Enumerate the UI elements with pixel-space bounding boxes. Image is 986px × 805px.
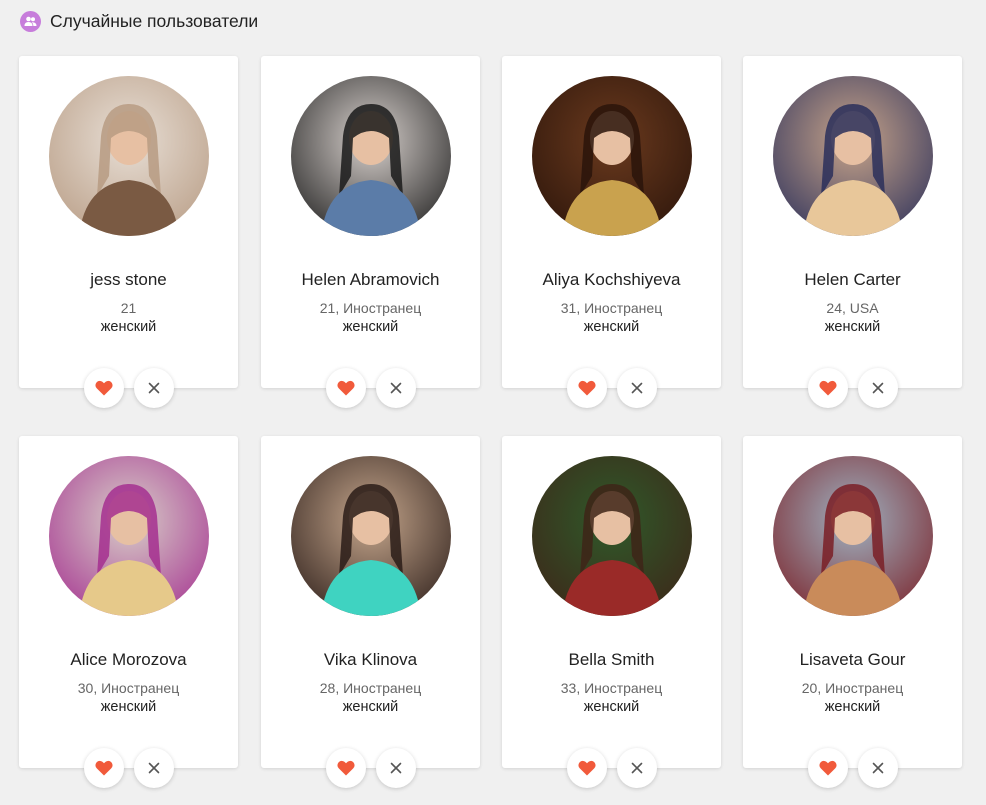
- user-card[interactable]: Helen Abramovich 21, Иностранец женский: [261, 56, 480, 408]
- avatar[interactable]: [532, 76, 692, 236]
- user-name[interactable]: Aliya Kochshiyeva: [502, 270, 721, 290]
- user-meta: 21: [120, 300, 137, 316]
- close-icon: [148, 382, 159, 394]
- user-name[interactable]: jess stone: [19, 270, 238, 290]
- user-meta: 33, Иностранец: [560, 680, 663, 696]
- close-icon: [872, 762, 883, 774]
- user-gender: женский: [583, 319, 640, 335]
- user-card[interactable]: Helen Carter 24, USA женский: [743, 56, 962, 408]
- user-gender: женский: [342, 699, 399, 715]
- card-actions: [502, 368, 721, 408]
- user-gender: женский: [100, 699, 157, 715]
- avatar[interactable]: [49, 76, 209, 236]
- like-button[interactable]: [566, 748, 607, 788]
- avatar[interactable]: [49, 456, 209, 616]
- user-gender: женский: [583, 699, 640, 715]
- card-actions: [19, 748, 238, 788]
- close-icon: [390, 762, 401, 774]
- heart-icon: [336, 380, 355, 396]
- heart-icon: [336, 760, 355, 776]
- avatar[interactable]: [773, 456, 933, 616]
- user-name[interactable]: Lisaveta Gour: [743, 650, 962, 670]
- user-meta: 24, USA: [826, 300, 879, 316]
- like-button[interactable]: [83, 368, 124, 408]
- close-icon: [631, 762, 642, 774]
- user-card[interactable]: Vika Klinova 28, Иностранец женский: [261, 436, 480, 788]
- user-card[interactable]: Alice Morozova 30, Иностранец женский: [19, 436, 238, 788]
- dismiss-button[interactable]: [375, 368, 416, 408]
- dismiss-button[interactable]: [375, 748, 416, 788]
- close-icon: [631, 382, 642, 394]
- heart-icon: [577, 760, 596, 776]
- dismiss-button[interactable]: [857, 368, 898, 408]
- user-gender: женский: [824, 319, 881, 335]
- users-icon: [20, 11, 41, 32]
- like-button[interactable]: [325, 748, 366, 788]
- close-icon: [872, 382, 883, 394]
- user-name[interactable]: Bella Smith: [502, 650, 721, 670]
- heart-icon: [818, 380, 837, 396]
- user-meta: 30, Иностранец: [77, 680, 180, 696]
- heart-icon: [818, 760, 837, 776]
- heart-icon: [577, 380, 596, 396]
- user-gender: женский: [342, 319, 399, 335]
- user-gender: женский: [100, 319, 157, 335]
- avatar[interactable]: [291, 76, 451, 236]
- user-gender: женский: [824, 699, 881, 715]
- dismiss-button[interactable]: [133, 368, 174, 408]
- like-button[interactable]: [807, 368, 848, 408]
- user-card[interactable]: Aliya Kochshiyeva 31, Иностранец женский: [502, 56, 721, 408]
- dismiss-button[interactable]: [133, 748, 174, 788]
- card-actions: [19, 368, 238, 408]
- user-meta: 20, Иностранец: [801, 680, 904, 696]
- avatar[interactable]: [532, 456, 692, 616]
- card-actions: [261, 748, 480, 788]
- dismiss-button[interactable]: [857, 748, 898, 788]
- avatar[interactable]: [773, 76, 933, 236]
- section-title: Случайные пользователи: [50, 11, 259, 31]
- section-header: Случайные пользователи: [20, 11, 258, 32]
- close-icon: [390, 382, 401, 394]
- user-meta: 28, Иностранец: [319, 680, 422, 696]
- card-actions: [502, 748, 721, 788]
- heart-icon: [94, 760, 113, 776]
- user-name[interactable]: Vika Klinova: [261, 650, 480, 670]
- user-card[interactable]: Bella Smith 33, Иностранец женский: [502, 436, 721, 788]
- like-button[interactable]: [325, 368, 366, 408]
- like-button[interactable]: [566, 368, 607, 408]
- card-actions: [743, 748, 962, 788]
- user-meta: 31, Иностранец: [560, 300, 663, 316]
- user-meta: 21, Иностранец: [319, 300, 422, 316]
- dismiss-button[interactable]: [616, 748, 657, 788]
- user-name[interactable]: Helen Abramovich: [261, 270, 480, 290]
- card-actions: [743, 368, 962, 408]
- user-card[interactable]: jess stone 21 женский: [19, 56, 238, 408]
- user-name[interactable]: Alice Morozova: [19, 650, 238, 670]
- card-actions: [261, 368, 480, 408]
- close-icon: [148, 762, 159, 774]
- like-button[interactable]: [807, 748, 848, 788]
- user-name[interactable]: Helen Carter: [743, 270, 962, 290]
- heart-icon: [94, 380, 113, 396]
- like-button[interactable]: [83, 748, 124, 788]
- user-card[interactable]: Lisaveta Gour 20, Иностранец женский: [743, 436, 962, 788]
- avatar[interactable]: [291, 456, 451, 616]
- dismiss-button[interactable]: [616, 368, 657, 408]
